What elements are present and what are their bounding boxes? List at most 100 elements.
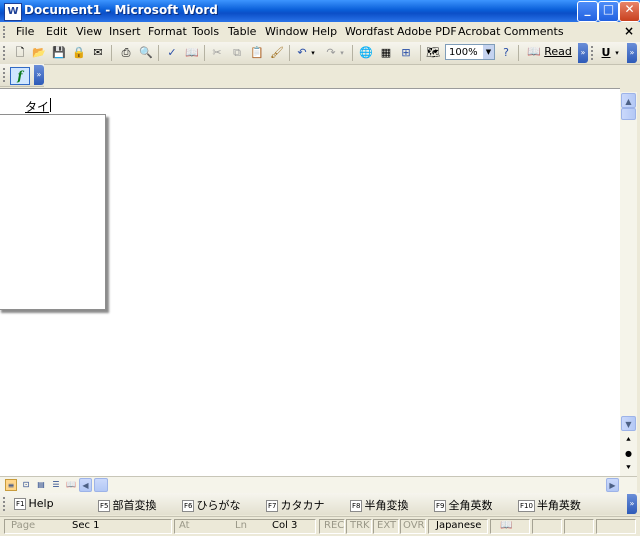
menu-wordfast[interactable]: Wordfast — [345, 25, 394, 38]
undo-dropdown-icon[interactable]: ▾ — [309, 45, 317, 61]
read-button[interactable]: 📖 Read — [527, 45, 572, 58]
scroll-down-icon[interactable]: ▼ — [621, 416, 636, 431]
status-at: At — [179, 520, 190, 531]
menu-file[interactable]: File — [16, 25, 34, 38]
research-icon[interactable]: 📖 — [184, 45, 200, 61]
toolbar-options-icon[interactable]: » — [627, 43, 637, 63]
toolbar-grip[interactable] — [3, 68, 5, 82]
zoom-combobox[interactable]: 100% ▼ — [445, 44, 495, 60]
document-text[interactable]: タイ — [25, 98, 49, 115]
menu-view[interactable]: View — [76, 25, 102, 38]
print-preview-icon[interactable]: 🔍 — [138, 45, 154, 61]
horizontal-scrollbar[interactable]: ≡ ⊡ ▤ ☰ 📖 ◀ ▶ — [0, 476, 637, 493]
toolbar-grip[interactable] — [3, 497, 5, 511]
menu-edit[interactable]: Edit — [46, 25, 67, 38]
function-key-bar: F1 Help F5 部首変換 F6 ひらがな F7 カタカナ F8 半角変換 F9 全角英… — [0, 493, 640, 515]
redo-dropdown-icon[interactable]: ▾ — [338, 45, 346, 61]
maximize-button[interactable]: □ — [598, 1, 619, 22]
reading-layout-view-icon[interactable]: 📖 — [65, 479, 77, 491]
minimize-button[interactable]: _ — [577, 1, 598, 22]
paste-icon[interactable]: 📋 — [249, 45, 265, 61]
select-browse-object-icon[interactable]: ● — [621, 447, 636, 460]
close-window-button[interactable]: ✕ — [619, 1, 640, 22]
permission-icon[interactable]: 🔒 — [71, 45, 87, 61]
vertical-scrollbar[interactable]: ▲ ▼ ⯅ ● ⯆ — [620, 92, 637, 476]
fkey-f5[interactable]: F5 部首変換 — [98, 497, 156, 513]
toolbar-options-icon[interactable]: » — [627, 494, 637, 514]
toolbar-options-icon[interactable]: » — [578, 43, 588, 63]
email-icon[interactable]: ✉ — [90, 45, 106, 61]
toolbar-grip[interactable] — [3, 46, 5, 60]
spelling-icon[interactable]: ✓ — [164, 45, 180, 61]
status-cell — [596, 519, 636, 534]
previous-page-icon[interactable]: ⯅ — [621, 433, 636, 446]
fkey-f1[interactable]: F1 Help — [14, 497, 54, 510]
zoom-dropdown-icon[interactable]: ▼ — [483, 45, 494, 59]
fkey-f6[interactable]: F6 ひらがな — [182, 497, 240, 513]
redo-icon[interactable]: ↷ — [323, 45, 339, 61]
menu-grip[interactable] — [3, 26, 7, 38]
formula-button[interactable]: f — [10, 67, 30, 85]
open-folder-icon[interactable]: 📂 — [31, 45, 47, 61]
scroll-right-icon[interactable]: ▶ — [606, 478, 619, 492]
ime-candidate-window[interactable] — [0, 114, 106, 310]
cut-icon[interactable]: ✂ — [209, 45, 225, 61]
print-icon[interactable]: ⎙ — [118, 45, 134, 61]
fkey-f9[interactable]: F9 全角英数 — [434, 497, 492, 513]
status-language[interactable]: Japanese — [436, 520, 481, 531]
title-bar: W Document1 - Microsoft Word _ □ ✕ — [0, 0, 640, 22]
scroll-left-icon[interactable]: ◀ — [79, 478, 92, 492]
menu-help[interactable]: Help — [312, 25, 337, 38]
toolbar-grip[interactable] — [591, 46, 593, 60]
menu-acrobat-comments[interactable]: Acrobat Comments — [458, 25, 564, 38]
standard-toolbar: 🗋 📂 💾 🔒 ✉ ⎙ 🔍 ✓ 📖 ✂ ⧉ 📋 🖌 ↶ ▾ ↷ ▾ 🌐 ▦ ⊞ … — [0, 42, 640, 65]
menu-insert[interactable]: Insert — [109, 25, 141, 38]
separator — [289, 45, 290, 61]
fkey-badge: F8 — [350, 500, 363, 512]
fkey-badge: F10 — [518, 500, 535, 512]
format-painter-icon[interactable]: 🖌 — [269, 45, 285, 61]
menu-window[interactable]: Window — [265, 25, 308, 38]
scroll-up-icon[interactable]: ▲ — [621, 93, 636, 108]
undo-icon[interactable]: ↶ — [294, 45, 310, 61]
outline-view-icon[interactable]: ☰ — [50, 479, 62, 491]
vertical-scroll-thumb[interactable] — [621, 108, 636, 120]
status-bar: Page Sec 1 At Ln Col 3 REC TRK EXT OVR J… — [0, 516, 640, 536]
status-ovr[interactable]: OVR — [403, 520, 424, 531]
status-trk[interactable]: TRK — [350, 520, 370, 531]
close-document-icon[interactable]: × — [624, 24, 634, 38]
spelling-status-icon[interactable]: 📖 — [500, 520, 512, 531]
help-icon[interactable]: ? — [498, 45, 514, 61]
save-icon[interactable]: 💾 — [51, 45, 67, 61]
separator — [420, 45, 421, 61]
menu-tools[interactable]: Tools — [192, 25, 219, 38]
web-layout-view-icon[interactable]: ⊡ — [20, 479, 32, 491]
underline-dropdown-icon[interactable]: ▾ — [613, 45, 621, 61]
copy-icon[interactable]: ⧉ — [229, 45, 245, 61]
next-page-icon[interactable]: ⯆ — [621, 461, 636, 474]
hyperlink-icon[interactable]: 🌐 — [358, 45, 374, 61]
horizontal-scroll-thumb[interactable] — [94, 478, 108, 492]
status-column: Col 3 — [272, 520, 298, 531]
status-rec[interactable]: REC — [324, 520, 344, 531]
fkey-f10[interactable]: F10 半角英数 — [518, 497, 581, 513]
separator — [352, 45, 353, 61]
fkey-label: 全角英数 — [448, 499, 493, 512]
tables-borders-icon[interactable]: ▦ — [378, 45, 394, 61]
window-title: Document1 - Microsoft Word — [24, 3, 218, 17]
menu-table[interactable]: Table — [228, 25, 256, 38]
menu-format[interactable]: Format — [148, 25, 187, 38]
insert-table-icon[interactable]: ⊞ — [398, 45, 414, 61]
normal-view-icon[interactable]: ≡ — [5, 479, 17, 491]
fkey-f7[interactable]: F7 カタカナ — [266, 497, 324, 513]
separator — [518, 45, 519, 61]
word-doc-icon[interactable]: W — [4, 3, 22, 21]
new-document-icon[interactable]: 🗋 — [12, 45, 28, 61]
print-layout-view-icon[interactable]: ▤ — [35, 479, 47, 491]
underline-button[interactable]: U — [598, 45, 614, 61]
document-map-icon[interactable]: 🗺 — [425, 45, 441, 61]
status-ext[interactable]: EXT — [377, 520, 396, 531]
menu-adobe-pdf[interactable]: Adobe PDF — [397, 25, 457, 38]
toolbar-options-icon[interactable]: » — [34, 65, 44, 85]
fkey-f8[interactable]: F8 半角変換 — [350, 497, 408, 513]
